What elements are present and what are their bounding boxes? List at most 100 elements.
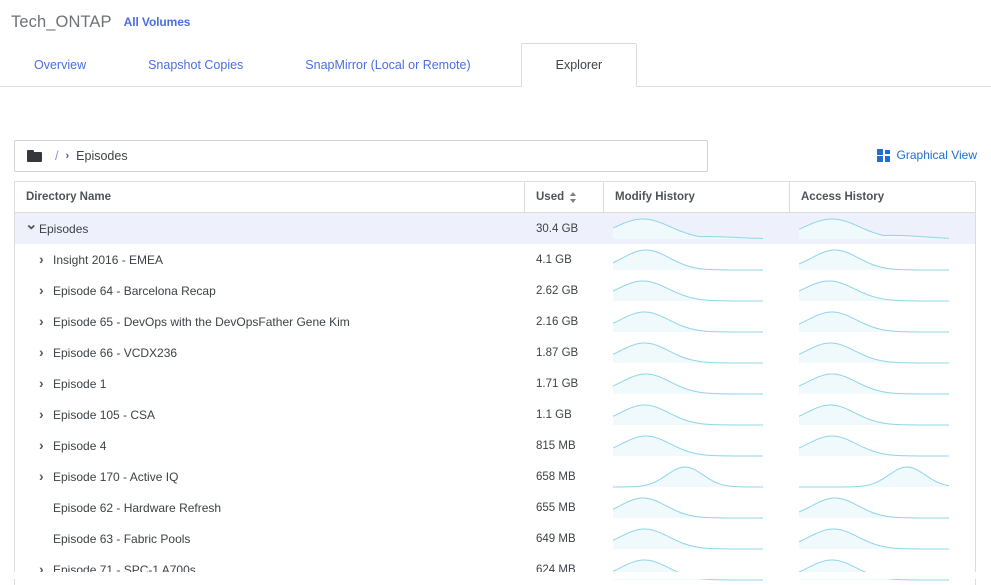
cell-directory-name: › Episode 1 xyxy=(15,368,525,399)
table-row[interactable]: › Episode 1 1.71 GB xyxy=(15,368,975,399)
chevron-right-icon[interactable]: › xyxy=(39,345,53,359)
cell-used: 1.1 GB xyxy=(536,408,572,421)
table-header-row: Directory Name Used Modify History Acces… xyxy=(15,182,975,213)
cell-directory-name: › Episode 105 - CSA xyxy=(15,399,525,430)
breadcrumb-current-path: Episodes xyxy=(76,149,128,163)
cell-directory-name: › Episode 66 - VCDX236 xyxy=(15,337,525,368)
cell-directory-name: Episode 62 - Hardware Refresh xyxy=(15,492,525,523)
cell-modify-history-sparkline xyxy=(604,430,790,461)
cell-access-history-sparkline xyxy=(790,275,975,306)
chevron-right-icon[interactable]: › xyxy=(39,469,53,483)
cell-used: 2.62 GB xyxy=(536,284,579,297)
chevron-right-icon[interactable]: › xyxy=(39,562,53,576)
cell-access-history-sparkline xyxy=(790,368,975,399)
directory-name-label: Episode 63 - Fabric Pools xyxy=(53,531,191,546)
folder-icon xyxy=(27,150,42,162)
cell-directory-name: › Episode 170 - Active IQ xyxy=(15,461,525,492)
graphical-view-label: Graphical View xyxy=(896,148,977,162)
column-label-used: Used xyxy=(536,191,565,203)
table-row[interactable]: Episode 62 - Hardware Refresh 655 MB xyxy=(15,492,975,523)
cell-used: 658 MB xyxy=(536,470,576,483)
chevron-right-icon[interactable]: › xyxy=(39,252,53,266)
column-label-access-history: Access History xyxy=(801,191,885,203)
all-volumes-link[interactable]: All Volumes xyxy=(124,15,191,29)
cell-access-history-sparkline xyxy=(790,306,975,337)
directory-name-label: Episode 105 - CSA xyxy=(53,407,156,422)
directory-name-label: Episode 4 xyxy=(53,438,107,453)
cell-modify-history-sparkline xyxy=(604,523,790,554)
cell-access-history-sparkline xyxy=(790,492,975,523)
sort-icon[interactable] xyxy=(570,191,577,203)
cell-directory-name: ⌄ Episodes xyxy=(15,213,525,244)
cell-access-history-sparkline xyxy=(790,523,975,554)
column-header-modify-history[interactable]: Modify History xyxy=(604,182,790,212)
chevron-down-icon[interactable]: ⌄ xyxy=(25,217,39,232)
chevron-right-icon[interactable]: › xyxy=(39,407,53,421)
table-row[interactable]: › Insight 2016 - EMEA 4.1 GB xyxy=(15,244,975,275)
breadcrumb-path-input[interactable]: / › Episodes xyxy=(14,140,708,172)
table-row[interactable]: ⌄ Episodes 30.4 GB xyxy=(15,213,975,244)
cell-modify-history-sparkline xyxy=(604,213,790,244)
tab-snapmirror[interactable]: SnapMirror (Local or Remote) xyxy=(289,43,486,86)
cell-modify-history-sparkline xyxy=(604,492,790,523)
directory-name-label: Episode 1 xyxy=(53,376,107,391)
table-row[interactable]: › Episode 170 - Active IQ 658 MB xyxy=(15,461,975,492)
page-header: Tech_ONTAP All Volumes xyxy=(0,0,991,44)
cell-modify-history-sparkline xyxy=(604,306,790,337)
table-body: ⌄ Episodes 30.4 GB › Insight 2016 - EMEA 4.1 … xyxy=(15,213,975,585)
cell-modify-history-sparkline xyxy=(604,554,790,585)
cell-used: 1.87 GB xyxy=(536,346,579,359)
graphical-view-button[interactable]: Graphical View xyxy=(876,148,977,162)
tab-snapshot-copies[interactable]: Snapshot Copies xyxy=(132,43,259,86)
chevron-right-icon[interactable]: › xyxy=(39,314,53,328)
cell-directory-name: › Episode 64 - Barcelona Recap xyxy=(15,275,525,306)
chevron-right-icon[interactable]: › xyxy=(39,438,53,452)
cell-directory-name: › Episode 71 - SPC-1 A700s xyxy=(15,554,525,585)
cell-access-history-sparkline xyxy=(790,399,975,430)
chevron-right-icon[interactable]: › xyxy=(39,376,53,390)
cell-access-history-sparkline xyxy=(790,461,975,492)
chevron-right-icon[interactable]: › xyxy=(39,283,53,297)
cell-access-history-sparkline xyxy=(790,213,975,244)
table-row[interactable]: › Episode 64 - Barcelona Recap 2.62 GB xyxy=(15,275,975,306)
column-header-used[interactable]: Used xyxy=(525,182,604,212)
table-row[interactable]: Episode 63 - Fabric Pools 649 MB xyxy=(15,523,975,554)
cell-access-history-sparkline xyxy=(790,337,975,368)
breadcrumb-separator: / xyxy=(55,149,59,163)
cell-used: 4.1 GB xyxy=(536,253,572,266)
table-row[interactable]: › Episode 65 - DevOps with the DevOpsFath… xyxy=(15,306,975,337)
cell-modify-history-sparkline xyxy=(604,399,790,430)
table-row[interactable]: › Episode 105 - CSA 1.1 GB xyxy=(15,399,975,430)
directory-name-label: Insight 2016 - EMEA xyxy=(53,252,164,267)
directory-name-label: Episode 64 - Barcelona Recap xyxy=(53,283,216,298)
cell-access-history-sparkline xyxy=(790,430,975,461)
cell-used: 815 MB xyxy=(536,439,576,452)
cell-directory-name: › Episode 4 xyxy=(15,430,525,461)
column-header-directory-name[interactable]: Directory Name xyxy=(15,182,525,212)
cell-directory-name: › Insight 2016 - EMEA xyxy=(15,244,525,275)
cell-used: 624 MB xyxy=(536,563,576,576)
column-header-access-history[interactable]: Access History xyxy=(790,182,975,212)
tab-strip: Overview Snapshot Copies SnapMirror (Loc… xyxy=(0,43,991,87)
tab-overview[interactable]: Overview xyxy=(18,43,102,86)
column-label-modify-history: Modify History xyxy=(615,191,695,203)
cell-directory-name: Episode 63 - Fabric Pools xyxy=(15,523,525,554)
cell-modify-history-sparkline xyxy=(604,337,790,368)
directory-name-label: Episode 66 - VCDX236 xyxy=(53,345,178,360)
directory-name-label: Episode 62 - Hardware Refresh xyxy=(53,500,222,515)
cell-used: 30.4 GB xyxy=(536,222,579,235)
chevron-right-icon: › xyxy=(65,149,70,162)
cell-directory-name: › Episode 65 - DevOps with the DevOpsFath… xyxy=(15,306,525,337)
directory-name-label: Episode 71 - SPC-1 A700s xyxy=(53,562,196,577)
column-label-directory-name: Directory Name xyxy=(26,191,112,203)
cell-access-history-sparkline xyxy=(790,554,975,585)
table-row[interactable]: › Episode 4 815 MB xyxy=(15,430,975,461)
table-row[interactable]: › Episode 71 - SPC-1 A700s 624 MB xyxy=(15,554,975,585)
table-row[interactable]: › Episode 66 - VCDX236 1.87 GB xyxy=(15,337,975,368)
cell-modify-history-sparkline xyxy=(604,244,790,275)
directory-name-label: Episode 65 - DevOps with the DevOpsFathe… xyxy=(53,314,350,329)
tab-explorer[interactable]: Explorer xyxy=(520,43,638,87)
cell-modify-history-sparkline xyxy=(604,461,790,492)
breadcrumb-row: / › Episodes Graphical View xyxy=(0,140,991,174)
cell-used: 1.71 GB xyxy=(536,377,579,390)
